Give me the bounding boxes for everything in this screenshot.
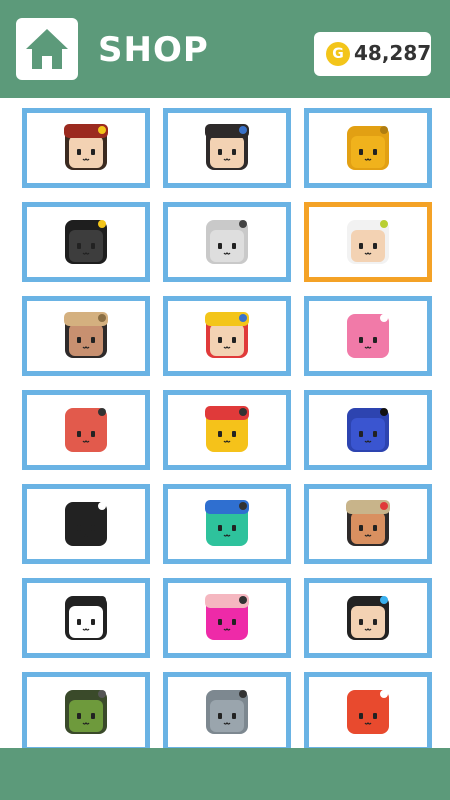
pirate-captain-icon	[64, 124, 108, 170]
white-hair-elder-icon	[347, 220, 389, 264]
turban-icon	[346, 500, 390, 546]
character-grid	[0, 98, 450, 752]
panda-icon	[65, 596, 107, 640]
cap-zombie-icon	[205, 500, 249, 546]
character-slot-red-hood[interactable]	[304, 672, 432, 752]
red-hood-icon	[347, 690, 389, 734]
page-title: SHOP	[98, 30, 209, 70]
white-dog-icon	[206, 220, 248, 264]
gray-robot-icon	[206, 690, 248, 734]
character-slot-black-cat[interactable]	[22, 484, 150, 564]
pink-robot-icon	[347, 314, 389, 358]
character-slot-explorer[interactable]	[22, 296, 150, 376]
character-slot-magenta-flower[interactable]	[163, 578, 291, 658]
magenta-flower-icon	[205, 594, 249, 640]
blue-glasses-icon	[347, 408, 389, 452]
character-slot-pirate-captain[interactable]	[22, 108, 150, 188]
top-bar: SHOP G 48,287	[0, 0, 450, 98]
home-icon	[26, 29, 68, 69]
samurai-icon	[205, 124, 249, 170]
character-slot-lion[interactable]	[304, 108, 432, 188]
character-slot-white-hair-elder[interactable]	[304, 202, 432, 282]
coin-balance: G 48,287	[314, 32, 431, 76]
explorer-icon	[64, 312, 108, 358]
clown-icon	[205, 312, 249, 358]
character-slot-afro-star[interactable]	[22, 202, 150, 282]
blue-bun-girl-icon	[347, 596, 389, 640]
black-cat-icon	[65, 502, 107, 546]
character-slot-yellow-bow[interactable]	[163, 390, 291, 470]
frankenstein-icon	[65, 690, 107, 734]
character-slot-panda[interactable]	[22, 578, 150, 658]
character-slot-turban[interactable]	[304, 484, 432, 564]
character-slot-pink-robot[interactable]	[304, 296, 432, 376]
home-button[interactable]	[16, 18, 78, 80]
lion-icon	[347, 126, 389, 170]
character-slot-blue-glasses[interactable]	[304, 390, 432, 470]
red-block-icon	[65, 408, 107, 452]
yellow-bow-icon	[205, 406, 249, 452]
character-slot-cap-zombie[interactable]	[163, 484, 291, 564]
afro-star-icon	[65, 220, 107, 264]
coin-icon: G	[326, 42, 350, 66]
character-slot-frankenstein[interactable]	[22, 672, 150, 752]
character-slot-white-dog[interactable]	[163, 202, 291, 282]
character-slot-red-block[interactable]	[22, 390, 150, 470]
character-slot-clown[interactable]	[163, 296, 291, 376]
bottom-bar	[0, 748, 450, 800]
character-slot-samurai[interactable]	[163, 108, 291, 188]
character-slot-blue-bun-girl[interactable]	[304, 578, 432, 658]
coin-amount: 48,287	[354, 41, 432, 65]
character-slot-gray-robot[interactable]	[163, 672, 291, 752]
